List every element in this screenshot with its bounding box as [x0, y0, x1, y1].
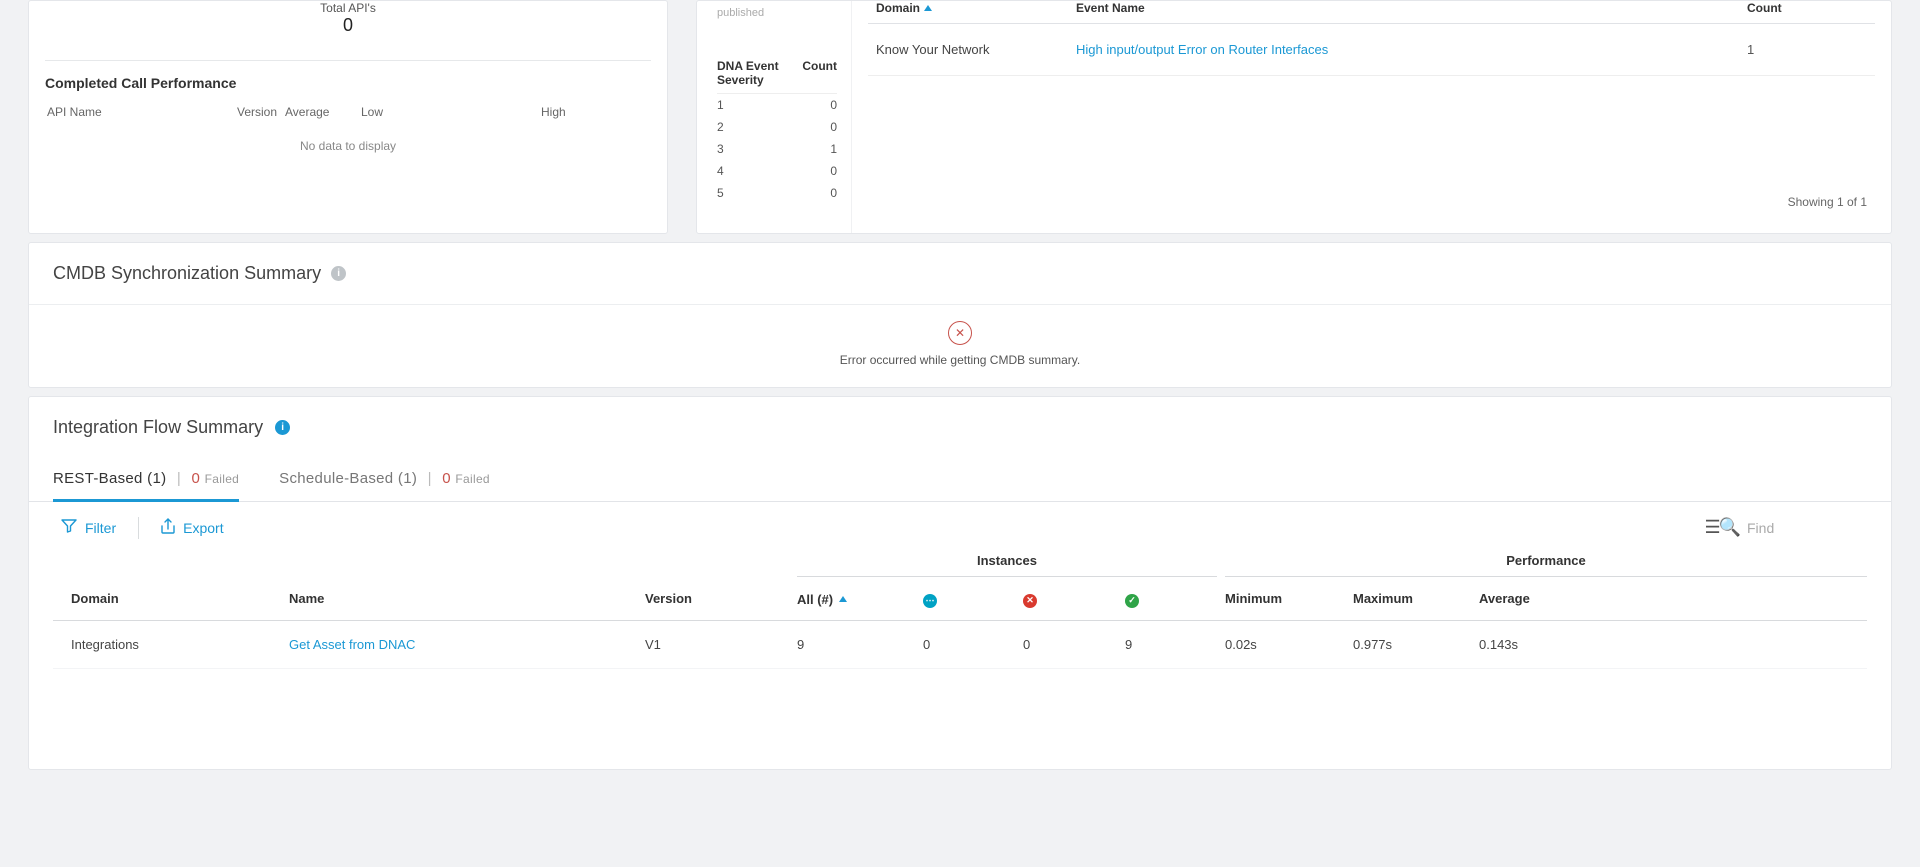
- find-input[interactable]: [1747, 520, 1867, 536]
- severity-row: 50: [717, 182, 837, 204]
- info-icon[interactable]: i: [275, 420, 290, 435]
- event-domain: Know Your Network: [876, 42, 1076, 57]
- cell-ok: 9: [1125, 637, 1225, 652]
- error-icon: ✕: [948, 321, 972, 345]
- col-version[interactable]: Version: [645, 591, 797, 608]
- api-table-headers: API Name Version Average Low High: [45, 105, 651, 119]
- severity-row: 40: [717, 160, 837, 182]
- sort-asc-icon: [839, 596, 847, 602]
- find-box[interactable]: ☰🔍: [1704, 517, 1867, 538]
- success-icon: ✓: [1125, 594, 1139, 608]
- flow-table-row: Integrations Get Asset from DNAC V1 9 0 …: [53, 621, 1867, 669]
- event-count: 1: [1747, 42, 1867, 57]
- cmdb-sync-card: CMDB Synchronization Summary i ✕ Error o…: [28, 242, 1892, 388]
- integration-flow-card: Integration Flow Summary i REST-Based (1…: [28, 396, 1892, 770]
- cell-error: 0: [1023, 637, 1125, 652]
- col-all[interactable]: All (#): [797, 591, 923, 608]
- events-col-count[interactable]: Count: [1747, 1, 1867, 15]
- divider: [138, 517, 139, 539]
- severity-row: 20: [717, 116, 837, 138]
- filter-button[interactable]: Filter: [53, 515, 124, 540]
- col-status-error[interactable]: ✕: [1023, 591, 1125, 608]
- severity-row: 10: [717, 94, 837, 116]
- cell-min: 0.02s: [1225, 637, 1353, 652]
- group-header-instances: Instances: [797, 553, 1217, 577]
- cell-avg: 0.143s: [1479, 637, 1867, 652]
- no-data-message: No data to display: [45, 119, 651, 173]
- export-icon: [161, 518, 175, 537]
- col-status-ok[interactable]: ✓: [1125, 591, 1225, 608]
- search-list-icon: ☰🔍: [1704, 517, 1739, 538]
- api-summary-panel: Total API's 0 Completed Call Performance…: [28, 0, 668, 234]
- col-status-progress[interactable]: ⋯: [923, 591, 1023, 608]
- cell-version: V1: [645, 637, 797, 652]
- flow-table-header: Domain Name Version All (#) ⋯ ✕ ✓ Minimu…: [53, 577, 1867, 621]
- col-api-name: API Name: [47, 105, 237, 119]
- cell-progress: 0: [923, 637, 1023, 652]
- total-api-label: Total API's: [45, 1, 651, 15]
- events-col-domain[interactable]: Domain: [876, 1, 1076, 15]
- cell-all: 9: [797, 637, 923, 652]
- cmdb-title: CMDB Synchronization Summary: [53, 263, 321, 284]
- col-high: High: [541, 105, 649, 119]
- cmdb-error-text: Error occurred while getting CMDB summar…: [29, 353, 1891, 367]
- col-minimum[interactable]: Minimum: [1225, 591, 1353, 608]
- severity-header-name: DNA Event Severity: [717, 59, 802, 87]
- event-name-link[interactable]: High input/output Error on Router Interf…: [1076, 42, 1747, 57]
- col-name[interactable]: Name: [289, 591, 645, 608]
- events-col-name[interactable]: Event Name: [1076, 1, 1747, 15]
- info-icon[interactable]: i: [331, 266, 346, 281]
- flow-title: Integration Flow Summary: [53, 417, 263, 438]
- divider: [868, 75, 1875, 76]
- sort-asc-icon: [924, 5, 932, 11]
- severity-header-count: Count: [802, 59, 837, 87]
- filter-icon: [61, 519, 77, 536]
- group-header-performance: Performance: [1225, 553, 1867, 577]
- col-average: Average: [285, 105, 361, 119]
- cell-max: 0.977s: [1353, 637, 1479, 652]
- col-average[interactable]: Average: [1479, 591, 1867, 608]
- cell-domain: Integrations: [53, 637, 289, 652]
- col-version: Version: [237, 105, 285, 119]
- total-api-value: 0: [45, 15, 651, 36]
- severity-row: 31: [717, 138, 837, 160]
- tab-schedule-based[interactable]: Schedule-Based (1) | 0 Failed: [279, 462, 490, 501]
- tab-rest-based[interactable]: REST-Based (1) | 0 Failed: [53, 462, 239, 502]
- export-button[interactable]: Export: [153, 514, 231, 541]
- col-domain[interactable]: Domain: [53, 591, 289, 608]
- events-panel: published DNA Event Severity Count 10 20…: [696, 0, 1892, 234]
- error-status-icon: ✕: [1023, 594, 1037, 608]
- event-row: Know Your Network High input/output Erro…: [868, 24, 1875, 75]
- col-low: Low: [361, 105, 541, 119]
- showing-text: Showing 1 of 1: [868, 187, 1875, 217]
- col-maximum[interactable]: Maximum: [1353, 591, 1479, 608]
- flow-tabs: REST-Based (1) | 0 Failed Schedule-Based…: [29, 444, 1891, 502]
- progress-icon: ⋯: [923, 594, 937, 608]
- completed-call-title: Completed Call Performance: [45, 75, 651, 91]
- cell-name-link[interactable]: Get Asset from DNAC: [289, 637, 645, 652]
- divider: [45, 60, 651, 61]
- published-label: published: [717, 7, 837, 19]
